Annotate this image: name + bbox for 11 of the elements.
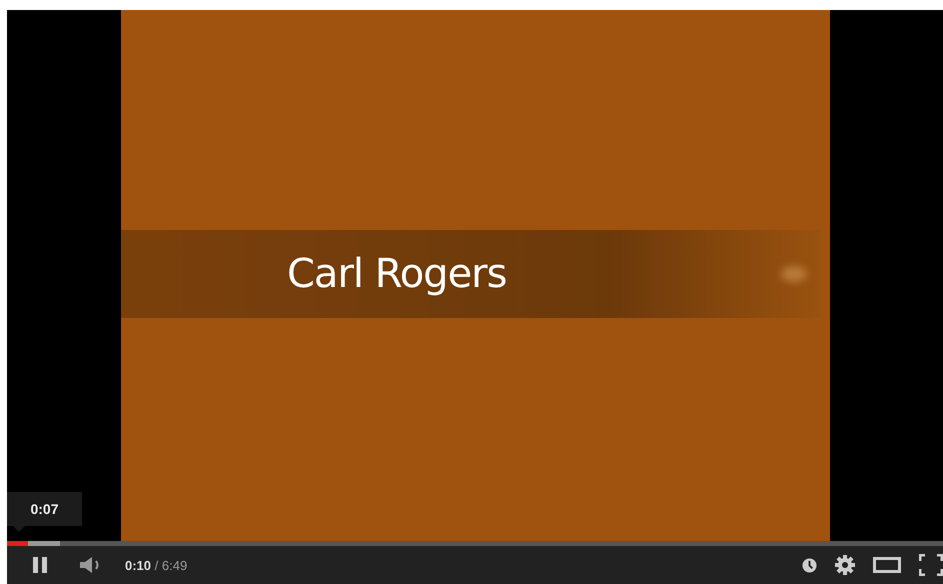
settings-button[interactable] bbox=[835, 555, 855, 575]
clock-button[interactable] bbox=[802, 558, 817, 572]
time-tooltip: 0:07 bbox=[7, 492, 82, 526]
fullscreen-button[interactable] bbox=[919, 554, 943, 576]
progress-bar[interactable] bbox=[7, 541, 943, 546]
pause-button[interactable] bbox=[31, 556, 49, 574]
time-display: 0:10 / 6:49 bbox=[125, 558, 188, 572]
glow-spot bbox=[781, 266, 807, 282]
theater-mode-button[interactable] bbox=[873, 556, 901, 574]
tooltip-pointer-icon bbox=[13, 526, 25, 532]
slide-title: Carl Rogers bbox=[287, 251, 506, 297]
